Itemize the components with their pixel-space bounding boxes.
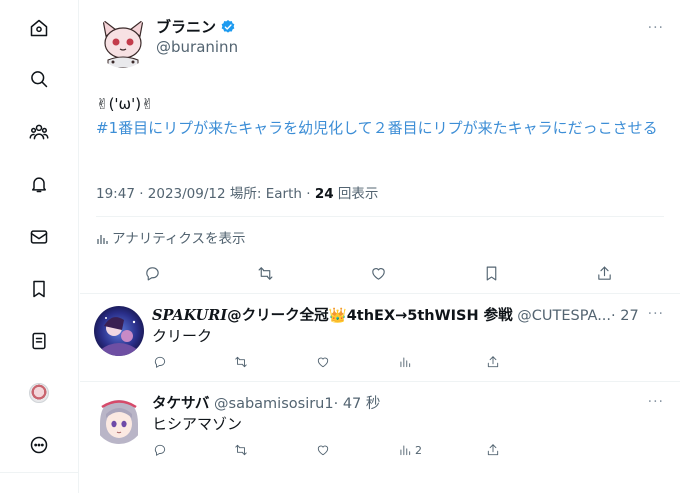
reply-time[interactable]: · 27 秒	[611, 308, 642, 324]
reply-author-name-italic: SPAKURI	[152, 307, 228, 324]
retweet-icon	[235, 356, 247, 368]
tweet-author[interactable]: ブラニン @buraninn	[96, 14, 238, 68]
heart-icon	[371, 267, 385, 280]
views-label: 回表示	[337, 186, 379, 202]
search-icon[interactable]	[23, 63, 55, 95]
bookmark-button[interactable]	[478, 260, 504, 286]
retweet-button[interactable]	[252, 260, 278, 286]
author-name[interactable]: ブラニン	[156, 17, 216, 37]
views-button[interactable]	[398, 352, 415, 372]
tweet-emoticon-line: ✌('ω')✌	[96, 95, 154, 113]
hashtag-link[interactable]: #1番目にリプが来たキャラを幼児化して２番目にリプが来たキャラにだっこさせる	[96, 116, 666, 140]
author-handle[interactable]: @buraninn	[156, 37, 238, 57]
lists-icon[interactable]	[23, 325, 55, 357]
reply-views-count: 2	[415, 443, 422, 457]
reply-author-handle[interactable]: @sabamisosiru1	[214, 396, 334, 412]
share-icon	[597, 266, 611, 280]
tweet-text: ✌('ω')✌ #1番目にリプが来たキャラを幼児化して２番目にリプが来たキャラに…	[96, 92, 666, 140]
reply-author-name-rest: タケサバ	[152, 396, 210, 412]
retweet-icon	[235, 444, 247, 456]
share-button[interactable]	[486, 352, 500, 372]
reply-tweet[interactable]: SPAKURI@クリーク全冠👑4thEX→5thWISH 参戦 @CUTESPA…	[80, 294, 680, 381]
avatar	[29, 383, 49, 403]
tweet-actions	[80, 260, 680, 286]
views-count: 24	[314, 186, 334, 202]
author-avatar[interactable]	[96, 14, 150, 68]
views-button[interactable]: 2	[398, 440, 422, 460]
analytics-icon	[400, 445, 411, 456]
reply-author-name[interactable]: SPAKURI@クリーク全冠👑4thEX→5thWISH 参戦	[152, 307, 513, 324]
retweet-button[interactable]	[234, 440, 248, 460]
analytics-icon	[97, 235, 108, 244]
share-button[interactable]	[486, 440, 500, 460]
more-options-icon[interactable]: ···	[648, 20, 664, 36]
profile-avatar[interactable]	[23, 377, 55, 409]
bookmark-icon	[486, 266, 496, 280]
divider	[96, 216, 664, 217]
reply-actions: 2	[152, 440, 592, 460]
more-options-icon[interactable]: ···	[648, 306, 664, 322]
communities-icon[interactable]	[23, 116, 55, 148]
author-name-block: ブラニン @buraninn	[156, 17, 238, 68]
view-analytics-link[interactable]: アナリティクスを表示	[96, 229, 246, 249]
retweet-icon	[258, 266, 272, 280]
bookmarks-icon[interactable]	[23, 273, 55, 305]
tweet-timestamp[interactable]: 19:47 · 2023/09/12	[96, 186, 226, 202]
reply-button[interactable]	[153, 440, 167, 460]
reply-button[interactable]	[139, 260, 165, 286]
like-button[interactable]	[316, 352, 330, 372]
notifications-bell-icon[interactable]	[23, 168, 55, 200]
analytics-icon	[400, 357, 411, 368]
reply-author-handle[interactable]: @CUTESPA...	[517, 308, 611, 324]
like-button[interactable]	[365, 260, 391, 286]
heart-icon	[317, 357, 329, 368]
retweet-button[interactable]	[234, 352, 248, 372]
nav-rail	[0, 0, 79, 493]
share-icon	[487, 356, 499, 368]
reply-icon	[154, 356, 166, 368]
reply-header: タケサバ @sabamisosiru1· 47 秒	[152, 394, 642, 414]
reply-tweet[interactable]: タケサバ @sabamisosiru1· 47 秒 ··· ヒシアマゾン 2	[80, 382, 680, 472]
heart-icon	[317, 445, 329, 456]
reply-author-name[interactable]: タケサバ	[152, 396, 209, 412]
reply-header: SPAKURI@クリーク全冠👑4thEX→5thWISH 参戦 @CUTESPA…	[152, 306, 642, 326]
analytics-label: アナリティクスを表示	[112, 231, 246, 247]
meta-separator: ·	[306, 186, 311, 202]
reply-actions	[152, 352, 592, 372]
more-options-icon[interactable]: ···	[648, 394, 664, 410]
more-circle-icon[interactable]	[23, 429, 55, 461]
reply-avatar[interactable]	[94, 394, 144, 444]
messages-mail-icon[interactable]	[23, 221, 55, 253]
reply-author-name-rest: @クリーク全冠👑4thEX→5thWISH 参戦	[227, 308, 513, 324]
reply-text: ヒシアマゾン	[152, 415, 243, 433]
reply-icon	[154, 444, 166, 456]
reply-text: クリーク	[152, 327, 213, 345]
verified-badge-icon	[221, 20, 235, 33]
rail-divider	[0, 472, 79, 473]
reply-avatar[interactable]	[94, 306, 144, 356]
tweet-meta: 19:47 · 2023/09/12 場所: Earth · 24 回表示	[96, 184, 378, 204]
home-icon[interactable]	[23, 12, 55, 44]
reply-button[interactable]	[153, 352, 167, 372]
share-button[interactable]	[591, 260, 617, 286]
tweet-location: 場所: Earth	[229, 186, 302, 202]
like-button[interactable]	[316, 440, 330, 460]
share-icon	[487, 444, 499, 456]
reply-icon	[145, 266, 159, 280]
reply-time[interactable]: · 47 秒	[334, 396, 381, 412]
